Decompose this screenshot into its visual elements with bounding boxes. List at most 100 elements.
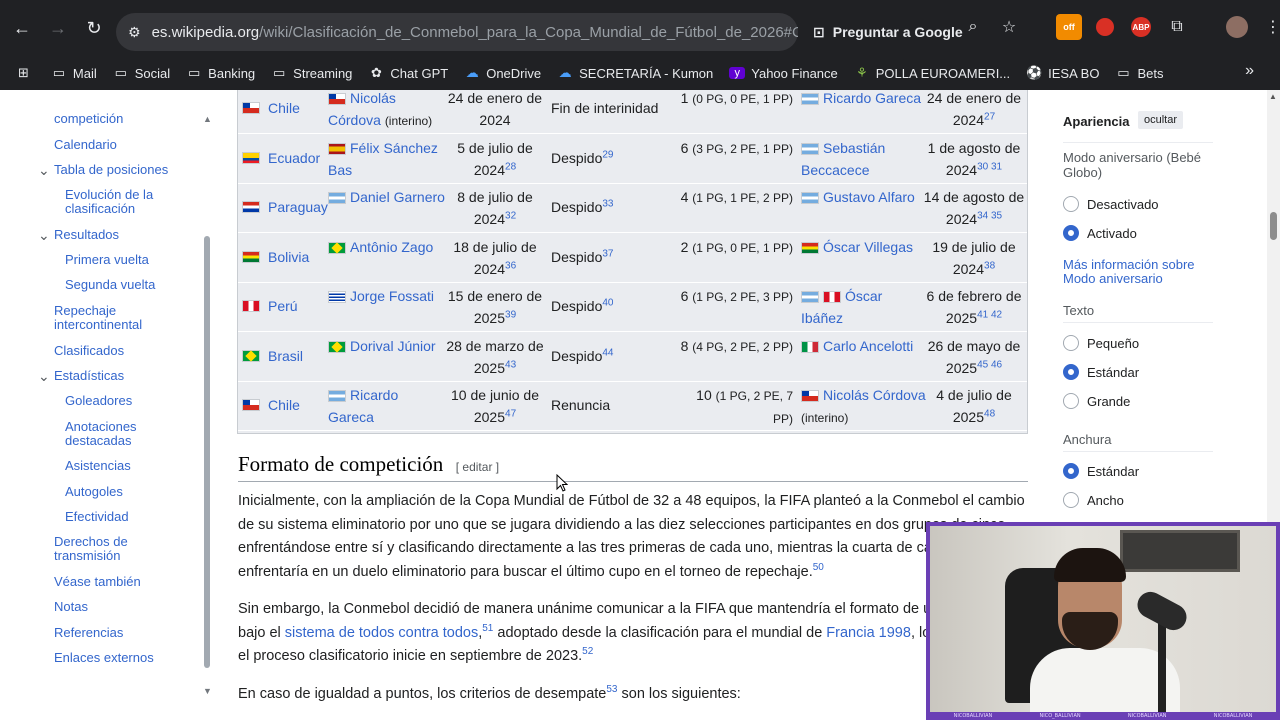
width-wide-radio[interactable]: Ancho <box>1063 492 1124 508</box>
text-large-radio[interactable]: Grande <box>1063 393 1130 409</box>
toc-item[interactable]: Primera vuelta <box>65 253 194 267</box>
incoming-coach-link[interactable]: Gustavo Alfaro <box>823 189 915 205</box>
toc-scrollbar[interactable] <box>204 236 210 668</box>
bookmark-star-icon[interactable]: ☆ <box>996 14 1022 40</box>
anniversary-more-info-link[interactable]: Más información sobre Modo aniversario <box>1063 258 1213 286</box>
hide-appearance-button[interactable]: ocultar <box>1138 111 1184 129</box>
team-link[interactable]: Bolivia <box>268 246 309 268</box>
menu-dots-icon[interactable]: ⋮ <box>1260 14 1280 40</box>
reference-link[interactable]: 47 <box>505 408 516 419</box>
apps-grid-icon[interactable]: ⊞ <box>10 59 43 87</box>
outgoing-coach-link[interactable]: Jorge Fossati <box>350 288 434 304</box>
reload-icon[interactable]: ↻ <box>76 10 112 46</box>
toc-item[interactable]: Tabla de posiciones <box>54 163 194 177</box>
bookmark-item[interactable]: ▭ Mail <box>43 59 105 87</box>
outgoing-coach-link[interactable]: Antônio Zago <box>350 239 433 255</box>
toc-item[interactable]: Repechaje intercontinental <box>54 304 194 332</box>
text-small-radio[interactable]: Pequeño <box>1063 335 1139 351</box>
incoming-coach-link[interactable]: Óscar Villegas <box>823 239 913 255</box>
ref-49[interactable]: 50 <box>813 562 824 573</box>
page-scroll-thumb[interactable] <box>1270 212 1277 240</box>
toc-item[interactable]: Calendario <box>54 138 194 152</box>
ref-53[interactable]: 53 <box>606 684 617 695</box>
text-standard-radio[interactable]: Estándar <box>1063 364 1139 380</box>
toc-scroll-down-icon[interactable]: ▼ <box>203 686 212 696</box>
toc-item[interactable]: Véase también <box>54 575 194 589</box>
reference-link[interactable]: 28 <box>505 161 516 172</box>
toc-item[interactable]: Notas <box>54 600 194 614</box>
toc-item[interactable]: Enlaces externos <box>54 651 194 665</box>
reference-link[interactable]: 33 <box>602 198 613 209</box>
team-link[interactable]: Perú <box>268 295 298 317</box>
bookmark-item[interactable]: ▭ Bets <box>1107 59 1171 87</box>
bookmark-item[interactable]: ⚘ POLLA EUROAMERI... <box>846 59 1018 87</box>
outgoing-coach-link[interactable]: Daniel Garnero <box>350 189 445 205</box>
reference-link[interactable]: 36 <box>505 260 516 271</box>
toc-item[interactable]: Referencias <box>54 626 194 640</box>
reference-link[interactable]: 37 <box>602 248 613 259</box>
profile-avatar[interactable] <box>1226 16 1248 38</box>
reference-link[interactable]: 27 <box>984 111 995 122</box>
bookmark-item[interactable]: ▭ Streaming <box>263 59 360 87</box>
bookmark-item[interactable]: ▭ Banking <box>178 59 263 87</box>
adblock-icon[interactable]: ABP <box>1131 17 1151 37</box>
toc-item[interactable]: Clasificados <box>54 344 194 358</box>
reference-link[interactable]: 43 <box>505 359 516 370</box>
bookmark-item[interactable]: ☁ OneDrive <box>456 59 549 87</box>
toc-item[interactable]: Autogoles <box>65 485 194 499</box>
extensions-puzzle-icon[interactable]: ⧉ <box>1164 14 1190 40</box>
toc-item[interactable]: Efectividad <box>65 510 194 524</box>
bookmark-item[interactable]: y Yahoo Finance <box>721 59 846 87</box>
toc-item[interactable]: Resultados <box>54 228 194 242</box>
toc-item[interactable]: Goleadores <box>65 394 194 408</box>
reference-link[interactable]: 29 <box>602 149 613 160</box>
zoom-icon[interactable]: ⌕ <box>960 14 986 40</box>
toc-item[interactable]: Asistencias <box>65 459 194 473</box>
team-link[interactable]: Brasil <box>268 345 303 367</box>
team-link[interactable]: Ecuador <box>268 147 320 169</box>
anniversary-on-radio[interactable]: Activado <box>1063 225 1137 241</box>
incoming-coach-link[interactable]: Ricardo Gareca <box>823 90 921 106</box>
toc-item[interactable]: Segunda vuelta <box>65 278 194 292</box>
ask-google-button[interactable]: ⊡ Preguntar a Google <box>803 16 973 48</box>
team-link[interactable]: Chile <box>268 394 300 416</box>
address-bar[interactable]: ⚙ es.wikipedia.org /wiki/Clasificación_d… <box>116 13 798 51</box>
chevron-down-icon[interactable]: ⌄ <box>38 162 50 179</box>
team-link[interactable]: Paraguay <box>268 196 328 218</box>
anniversary-off-radio[interactable]: Desactivado <box>1063 196 1159 212</box>
bookmark-item[interactable]: ▭ Social <box>105 59 178 87</box>
toc-scroll-up-icon[interactable]: ▲ <box>203 114 212 124</box>
reference-link[interactable]: 41 42 <box>977 309 1002 320</box>
site-info-icon[interactable]: ⚙ <box>128 24 152 41</box>
toc-item[interactable]: Evolución de la clasificación <box>65 188 194 216</box>
extension-red-icon[interactable] <box>1096 18 1114 36</box>
france-1998-link[interactable]: Francia 1998 <box>826 625 911 641</box>
reference-link[interactable]: 40 <box>602 297 613 308</box>
chevron-down-icon[interactable]: ⌄ <box>38 227 50 244</box>
round-robin-link[interactable]: sistema de todos contra todos <box>285 625 478 641</box>
reference-link[interactable]: 45 46 <box>977 359 1002 370</box>
more-bookmarks-icon[interactable]: » <box>1245 62 1254 80</box>
reference-link[interactable]: 34 35 <box>977 210 1002 221</box>
reference-link[interactable]: 48 <box>984 408 995 419</box>
width-standard-radio[interactable]: Estándar <box>1063 463 1139 479</box>
reference-link[interactable]: 44 <box>602 347 613 358</box>
ref-51[interactable]: 51 <box>482 623 493 634</box>
bookmark-item[interactable]: ✿ Chat GPT <box>360 59 456 87</box>
incoming-coach-link[interactable]: Nicolás Córdova <box>823 387 926 403</box>
toc-item[interactable]: competición <box>54 112 194 126</box>
team-link[interactable]: Chile <box>268 97 300 119</box>
back-icon[interactable]: ← <box>4 10 40 46</box>
toc-item[interactable]: Anotaciones destacadas <box>65 420 194 448</box>
extension-off-icon[interactable]: off <box>1056 14 1082 40</box>
ref-52[interactable]: 52 <box>582 646 593 657</box>
bookmark-item[interactable]: ⚽ IESA BO <box>1018 59 1107 87</box>
outgoing-coach-link[interactable]: Dorival Júnior <box>350 338 436 354</box>
incoming-coach-link[interactable]: Carlo Ancelotti <box>823 338 913 354</box>
reference-link[interactable]: 38 <box>984 260 995 271</box>
page-scroll-up-icon[interactable]: ▲ <box>1269 92 1277 101</box>
forward-icon[interactable]: → <box>40 10 76 46</box>
toc-item[interactable]: Derechos de transmisión <box>54 535 194 563</box>
bookmark-item[interactable]: ☁ SECRETARÍA - Kumon <box>549 59 721 87</box>
chevron-down-icon[interactable]: ⌄ <box>38 368 50 385</box>
